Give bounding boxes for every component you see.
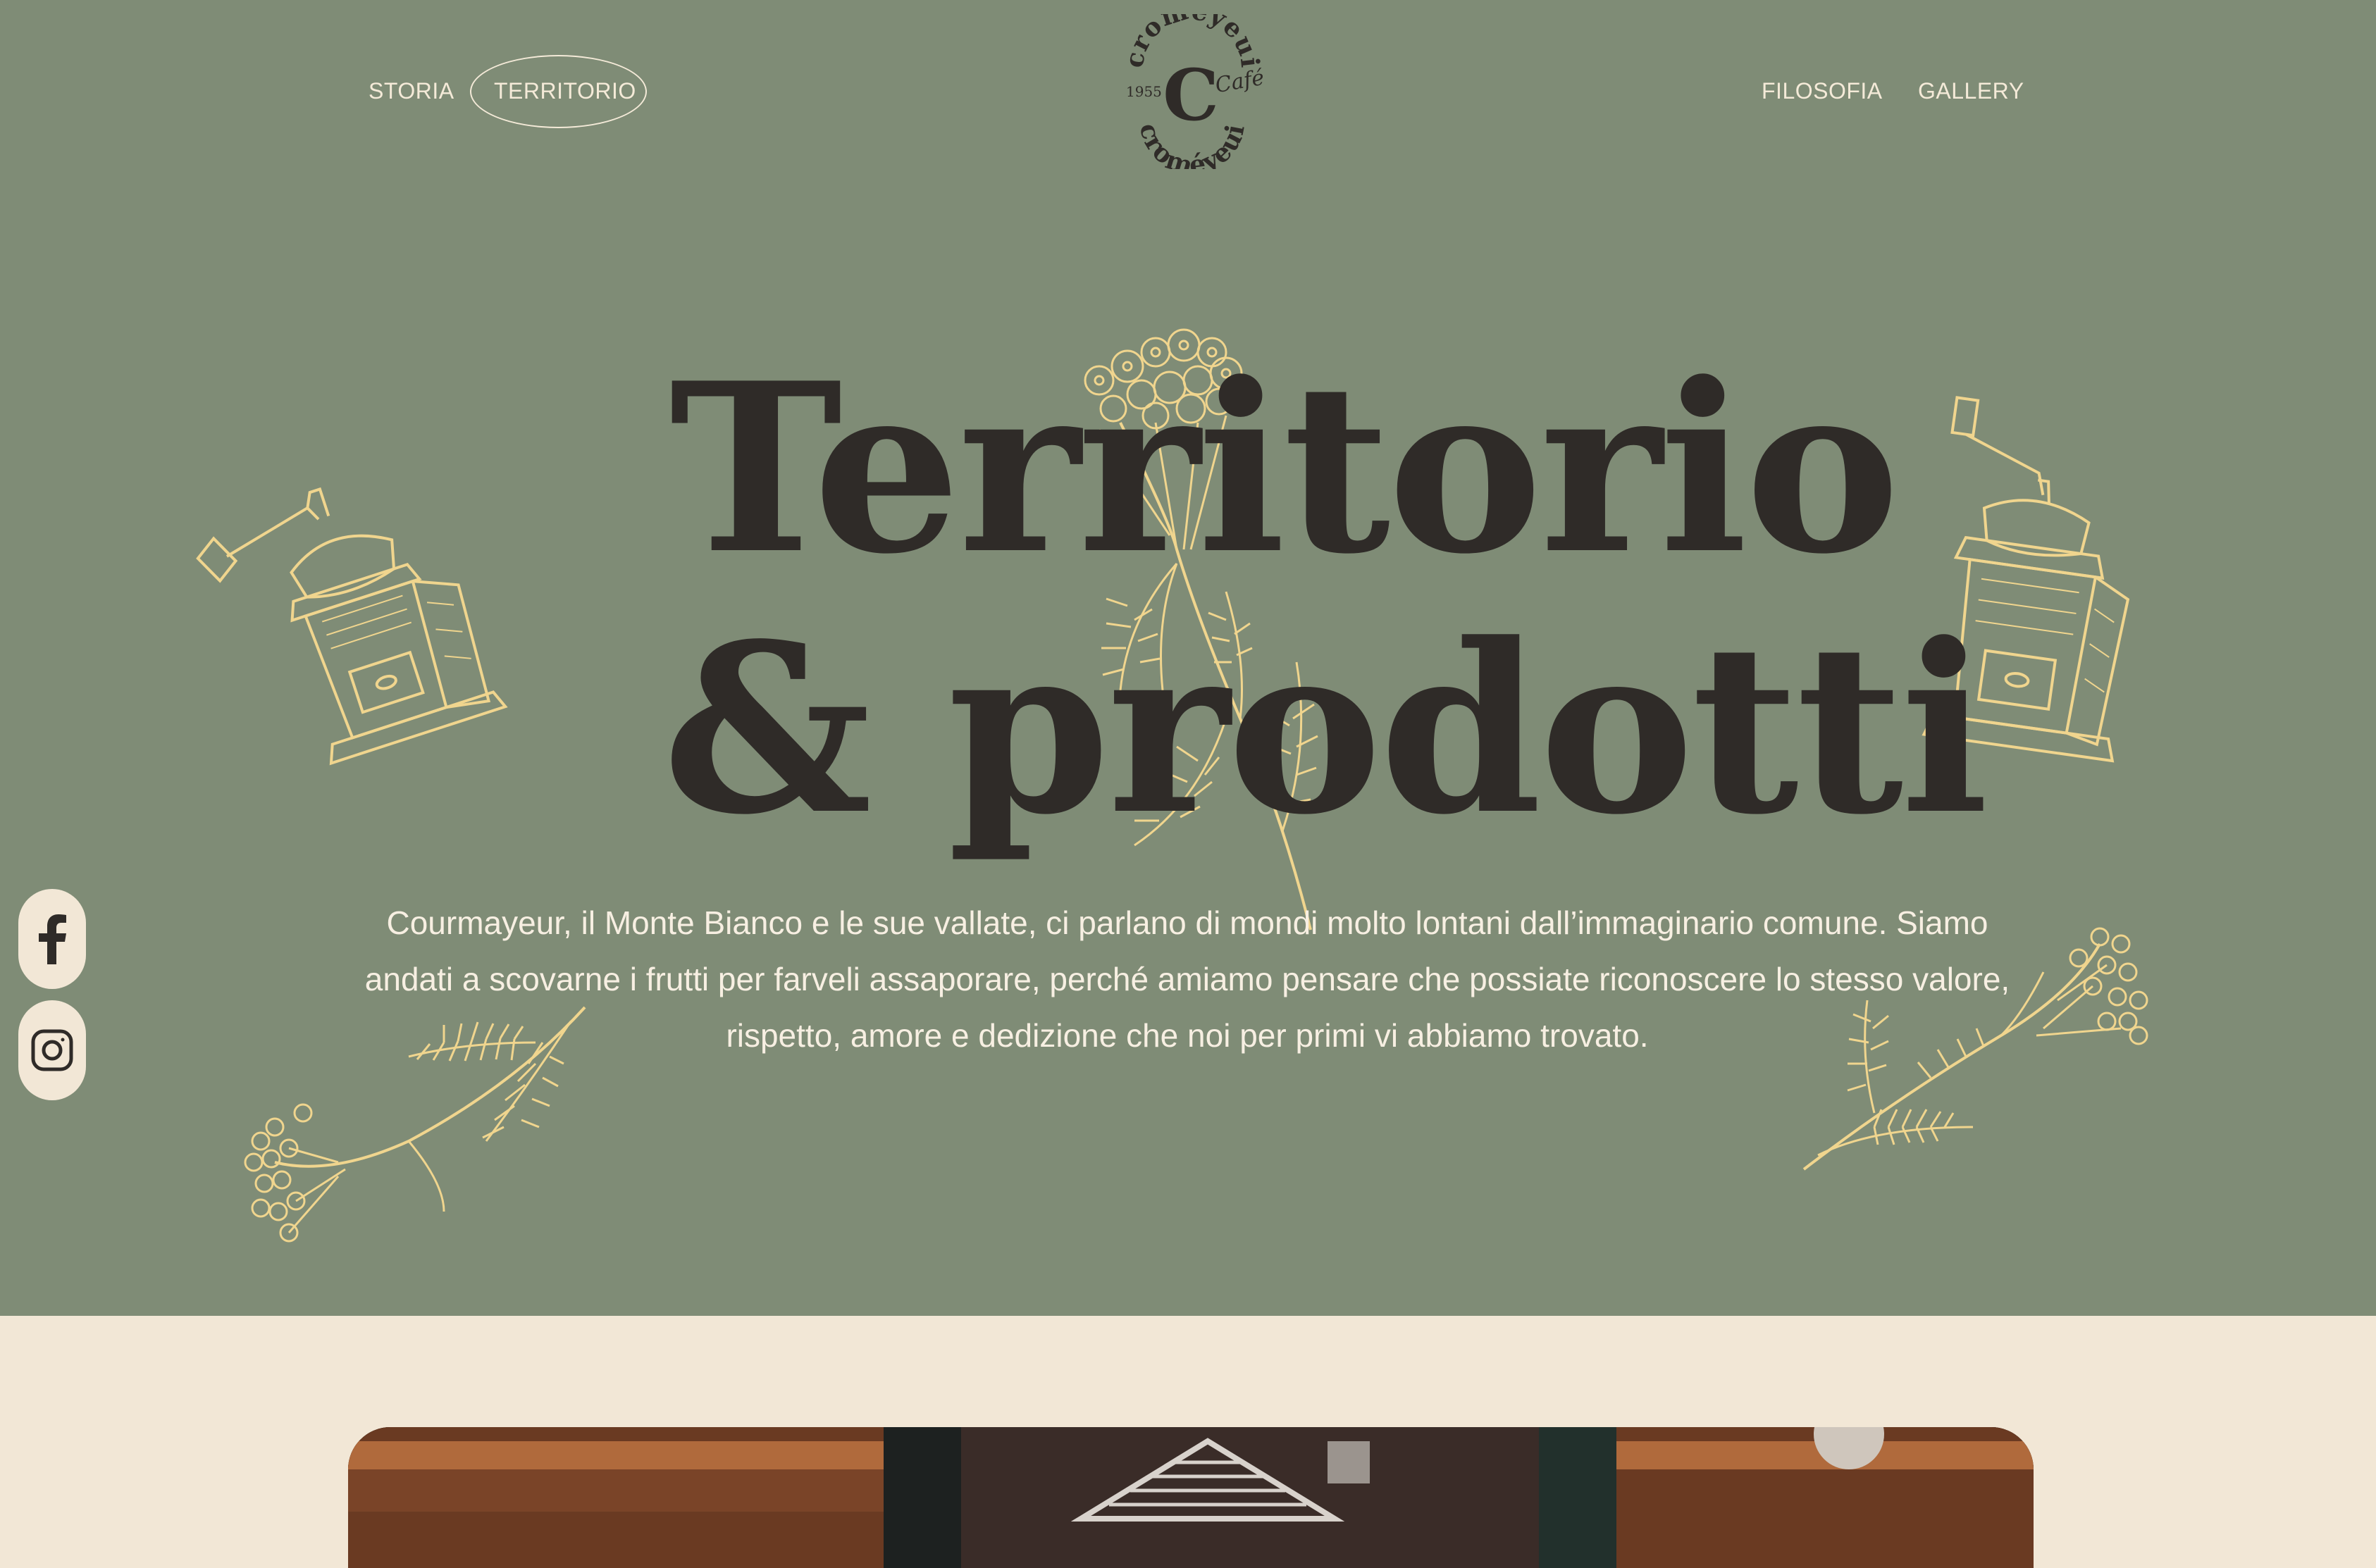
coffee-grinder-left-illustration bbox=[196, 487, 508, 766]
facebook-button[interactable] bbox=[18, 889, 86, 989]
logo-script: Café bbox=[1213, 66, 1266, 99]
hero-title-line-1: Territorio bbox=[669, 332, 1900, 605]
logo-monogram: C bbox=[1163, 54, 1219, 137]
instagram-icon bbox=[31, 1029, 73, 1071]
instagram-button[interactable] bbox=[18, 1000, 86, 1100]
cafe-interior-image bbox=[348, 1427, 2034, 1568]
nav-link-storia[interactable]: STORIA bbox=[369, 80, 454, 102]
logo-year: 1955 bbox=[1126, 83, 1162, 100]
cafe-photo bbox=[348, 1427, 2034, 1568]
cromeyeui-logo[interactable]: croméyeui croméyeui C 1955 Café bbox=[1106, 14, 1275, 169]
hero-description-line: andati a scovarne i frutti per farveli a… bbox=[364, 961, 2010, 997]
hero-title-line-2: & prodotti bbox=[662, 592, 1989, 866]
hero-section: STORIA TERRITORIO FILOSOFIA GALLERY crom… bbox=[0, 0, 2376, 1316]
nav-link-filosofia[interactable]: FILOSOFIA bbox=[1762, 80, 1883, 102]
nav-link-territorio[interactable]: TERRITORIO bbox=[494, 80, 636, 102]
hero-description-line: rispetto, amore e dedizione che noi per … bbox=[726, 1017, 1649, 1054]
nav-link-gallery[interactable]: GALLERY bbox=[1918, 80, 2024, 102]
facebook-icon bbox=[39, 914, 66, 964]
hero-description: Courmayeur, il Monte Bianco e le sue val… bbox=[331, 895, 2043, 1064]
hero-description-line: Courmayeur, il Monte Bianco e le sue val… bbox=[386, 904, 1988, 941]
